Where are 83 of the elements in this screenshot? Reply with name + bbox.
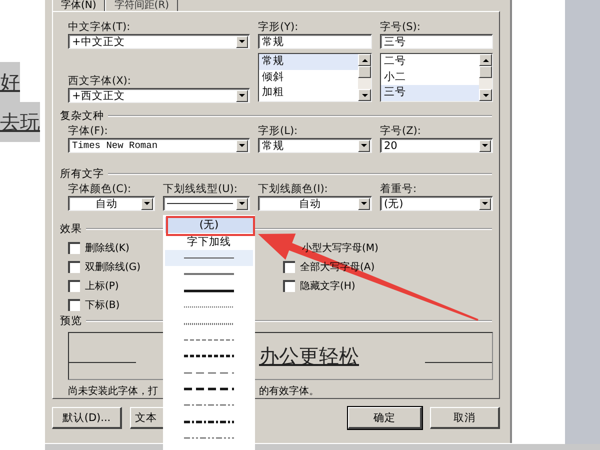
field-label: 字体颜色(C): <box>68 182 132 196</box>
checkbox[interactable] <box>283 280 295 292</box>
field-label: 字体(F): <box>68 124 109 138</box>
document-text: 去玩 <box>0 102 40 142</box>
line-sample-icon <box>184 436 234 440</box>
caret-icon[interactable] <box>141 198 153 210</box>
emphasis-combo[interactable]: (无) <box>380 196 493 211</box>
caret-icon[interactable] <box>236 36 248 48</box>
line-sample-icon <box>184 322 234 326</box>
dialog-button[interactable]: 默认(D)... <box>52 407 122 429</box>
font-note: 的有效字体。 <box>259 384 319 398</box>
field-label: 西文字体(X): <box>68 74 132 88</box>
field-label: 下划线颜色(I): <box>258 182 329 196</box>
size-combo[interactable]: 20 <box>380 138 493 153</box>
scroll-down-icon[interactable] <box>358 89 371 101</box>
caret-icon[interactable] <box>479 198 491 210</box>
checkbox-label[interactable]: 删除线(K) <box>85 240 130 254</box>
line-sample-icon <box>184 354 234 358</box>
checkbox[interactable] <box>68 280 80 292</box>
document-text: 好 <box>0 62 20 102</box>
list-option[interactable]: 二号 <box>381 54 479 70</box>
line-sample-icon <box>184 387 234 392</box>
style-field[interactable]: 常规 <box>258 34 372 49</box>
caret-icon[interactable] <box>236 198 248 210</box>
size-list[interactable]: 二号 小二 三号 <box>380 53 493 102</box>
scroll-down-icon[interactable] <box>479 89 492 101</box>
line-sample-icon <box>184 272 234 276</box>
scroll-thumb[interactable] <box>479 66 492 78</box>
underline-style-combo[interactable] <box>163 196 250 211</box>
line-style-option[interactable] <box>165 250 253 266</box>
checkbox-label[interactable]: 隐藏文字(H) <box>300 278 356 292</box>
color-combo[interactable]: 自动 <box>68 196 155 211</box>
style-list[interactable]: 常规 倾斜 加粗 <box>258 53 372 102</box>
preview-sample: 办公更轻松 <box>259 342 359 370</box>
checkbox-label[interactable]: 上标(P) <box>85 278 119 292</box>
field-label: 下划线线型(U): <box>163 182 238 196</box>
group-heading: 复杂文种 <box>60 109 104 123</box>
field-label: 字号(S): <box>380 20 422 34</box>
line-sample-icon <box>184 288 234 293</box>
list-option[interactable]: 三号 <box>381 85 479 101</box>
checkbox[interactable] <box>283 260 295 272</box>
field-label: 字形(L): <box>258 124 299 138</box>
style-combo[interactable]: 常规 <box>258 138 372 153</box>
checkbox[interactable] <box>68 260 80 272</box>
checkbox-label[interactable]: 下标(B) <box>85 298 120 312</box>
checkbox-label[interactable]: 双删除线(G) <box>85 260 141 274</box>
line-sample-icon <box>184 338 234 342</box>
list-option[interactable]: 倾斜 <box>259 70 358 86</box>
caret-icon[interactable] <box>358 198 370 210</box>
dialog-button[interactable]: 取消 <box>430 407 500 429</box>
caret-icon[interactable] <box>236 140 248 152</box>
line-sample-icon <box>184 305 234 310</box>
caret-icon[interactable] <box>236 90 248 102</box>
scroll-up-icon[interactable] <box>479 54 492 66</box>
group-heading: 所有文字 <box>60 167 104 181</box>
caret-icon[interactable] <box>479 140 491 152</box>
field-label: 中文字体(T): <box>68 20 132 34</box>
list-option[interactable]: 加粗 <box>259 85 358 101</box>
font-combo[interactable]: Times New Roman <box>68 138 250 153</box>
scroll-thumb[interactable] <box>358 66 371 78</box>
line-sample-icon <box>184 256 234 260</box>
scroll-up-icon[interactable] <box>358 54 371 66</box>
font-combo[interactable]: +中文正文 <box>68 34 250 49</box>
checkbox[interactable] <box>68 242 80 254</box>
list-option[interactable]: 常规 <box>259 54 358 70</box>
caret-icon[interactable] <box>358 140 370 152</box>
line-sample-icon <box>184 370 234 375</box>
size-field[interactable]: 三号 <box>380 34 493 49</box>
line-sample-icon <box>184 403 234 408</box>
group-heading: 预览 <box>60 314 82 328</box>
field-label: 字形(Y): <box>258 20 300 34</box>
line-sample-icon <box>184 420 234 424</box>
font-combo[interactable]: +西文正文 <box>68 88 250 103</box>
font-note: 尚未安装此字体，打 <box>68 384 158 398</box>
color-combo[interactable]: 自动 <box>258 196 372 211</box>
field-label: 着重号: <box>380 182 418 196</box>
dialog-button[interactable]: 确定 <box>348 407 422 429</box>
checkbox[interactable] <box>68 298 80 310</box>
group-heading: 效果 <box>60 222 82 236</box>
field-label: 字号(Z): <box>380 124 422 138</box>
dropdown-option[interactable]: (无) <box>165 217 253 234</box>
list-option[interactable]: 小二 <box>381 70 479 86</box>
dropdown-option[interactable]: 字下加线 <box>165 233 253 250</box>
